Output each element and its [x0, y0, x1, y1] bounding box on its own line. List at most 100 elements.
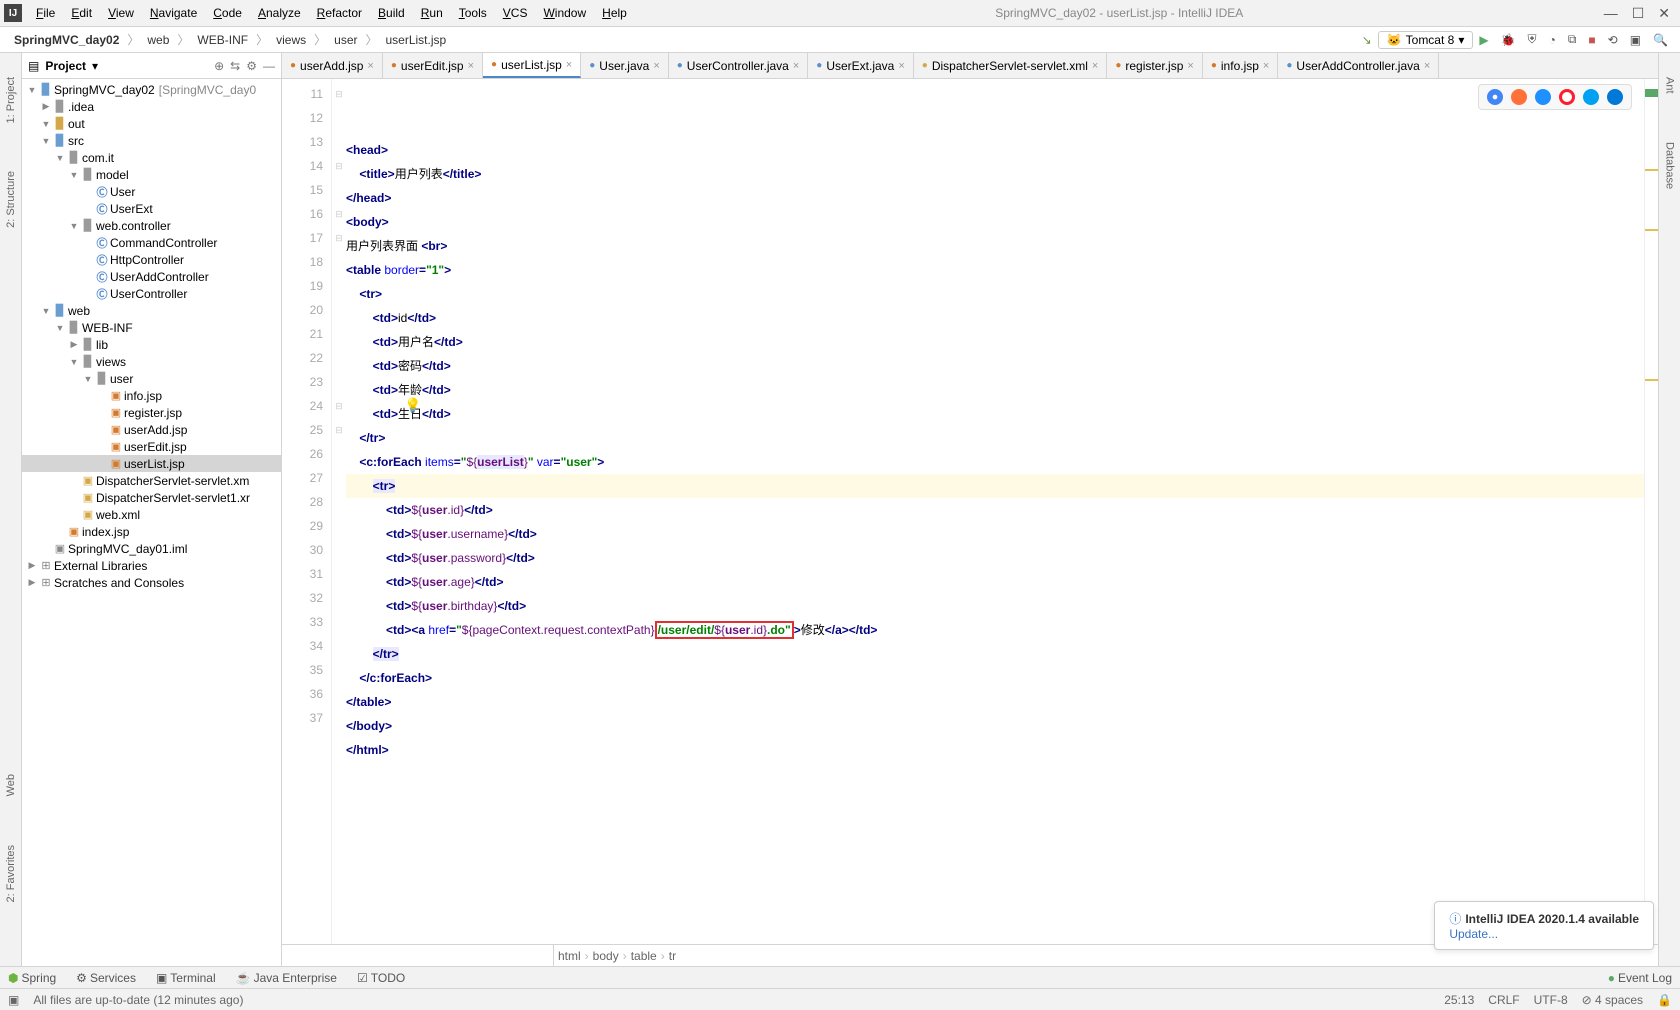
- menu-view[interactable]: View: [100, 3, 142, 23]
- tree-item[interactable]: ▼▉web: [22, 302, 281, 319]
- tree-item[interactable]: ▼▉SpringMVC_day02[SpringMVC_day0: [22, 81, 281, 98]
- close-tab-icon[interactable]: ×: [898, 60, 904, 72]
- tree-item[interactable]: ▣userList.jsp: [22, 455, 281, 472]
- bc-body[interactable]: body: [593, 949, 619, 963]
- menu-code[interactable]: Code: [205, 3, 250, 23]
- tree-item[interactable]: ⒸCommandController: [22, 234, 281, 251]
- profiler-button[interactable]: ◔: [1543, 31, 1562, 49]
- code-editor[interactable]: 1112131415161718192021222324252627282930…: [282, 79, 1658, 944]
- chevron-down-icon[interactable]: ▾: [92, 59, 98, 73]
- left-tab-project[interactable]: 1: Project: [3, 73, 19, 127]
- bc-html[interactable]: html: [558, 949, 581, 963]
- cursor-position[interactable]: 25:13: [1444, 993, 1474, 1007]
- tree-item[interactable]: ▼▉user: [22, 370, 281, 387]
- coverage-button[interactable]: ⛨: [1522, 30, 1543, 49]
- editor-tab[interactable]: ●UserAddController.java×: [1278, 53, 1439, 78]
- menu-help[interactable]: Help: [594, 3, 635, 23]
- project-tree[interactable]: ▼▉SpringMVC_day02[SpringMVC_day0▶▉.idea▼…: [22, 79, 281, 966]
- tree-item[interactable]: ▼▉model: [22, 166, 281, 183]
- editor-tab[interactable]: ●userList.jsp×: [483, 53, 581, 78]
- settings-icon[interactable]: ⚙: [246, 59, 257, 73]
- tree-item[interactable]: ▣userEdit.jsp: [22, 438, 281, 455]
- maximize-button[interactable]: ☐: [1632, 5, 1645, 22]
- eventlog-toolwindow[interactable]: ●Event Log: [1608, 971, 1672, 985]
- tree-item[interactable]: ⒸUser: [22, 183, 281, 200]
- close-tab-icon[interactable]: ×: [1263, 60, 1269, 72]
- bc-tr[interactable]: tr: [669, 949, 676, 963]
- tree-item[interactable]: ▼▉com.it: [22, 149, 281, 166]
- tree-item[interactable]: ▣info.jsp: [22, 387, 281, 404]
- close-tab-icon[interactable]: ×: [468, 60, 474, 72]
- sync-icon[interactable]: ↘: [1356, 31, 1378, 49]
- close-tab-icon[interactable]: ×: [793, 60, 799, 72]
- tree-item[interactable]: ⒸUserAddController: [22, 268, 281, 285]
- left-tab-web[interactable]: Web: [3, 770, 19, 800]
- tree-item[interactable]: ▼▉views: [22, 353, 281, 370]
- tree-item[interactable]: ▣index.jsp: [22, 523, 281, 540]
- close-tab-icon[interactable]: ×: [367, 60, 373, 72]
- close-tab-icon[interactable]: ×: [653, 60, 659, 72]
- chrome-icon[interactable]: [1487, 89, 1503, 105]
- close-tab-icon[interactable]: ×: [1092, 60, 1098, 72]
- project-structure-button[interactable]: ▣: [1624, 31, 1647, 49]
- breadcrumb-4[interactable]: user: [326, 31, 365, 49]
- editor-tab[interactable]: ●UserExt.java×: [808, 53, 914, 78]
- tree-item[interactable]: ▣DispatcherServlet-servlet.xm: [22, 472, 281, 489]
- editor-tab[interactable]: ●info.jsp×: [1203, 53, 1279, 78]
- edge-icon[interactable]: [1607, 89, 1623, 105]
- services-toolwindow[interactable]: ⚙Services: [76, 971, 136, 985]
- menu-run[interactable]: Run: [413, 3, 451, 23]
- terminal-toolwindow[interactable]: ▣Terminal: [156, 971, 216, 985]
- menu-navigate[interactable]: Navigate: [142, 3, 205, 23]
- menu-analyze[interactable]: Analyze: [250, 3, 309, 23]
- breadcrumb-0[interactable]: SpringMVC_day02: [6, 31, 127, 49]
- right-tab-ant[interactable]: Ant: [1662, 73, 1678, 98]
- editor-tab[interactable]: ●UserController.java×: [669, 53, 809, 78]
- menu-vcs[interactable]: VCS: [495, 3, 536, 23]
- editor-tab[interactable]: ●userEdit.jsp×: [383, 53, 483, 78]
- close-tab-icon[interactable]: ×: [566, 59, 572, 71]
- readonly-lock-icon[interactable]: 🔒: [1657, 993, 1672, 1007]
- tree-item[interactable]: ▼▉WEB-INF: [22, 319, 281, 336]
- breadcrumb-5[interactable]: userList.jsp: [378, 31, 455, 49]
- line-separator[interactable]: CRLF: [1488, 993, 1519, 1007]
- opera-icon[interactable]: [1559, 89, 1575, 105]
- editor-error-stripe[interactable]: [1644, 79, 1658, 944]
- tree-item[interactable]: ▼▉src: [22, 132, 281, 149]
- collapse-icon[interactable]: ⇆: [230, 59, 240, 73]
- menu-file[interactable]: File: [28, 3, 63, 23]
- debug-button[interactable]: 🐞: [1495, 31, 1522, 49]
- breadcrumb-2[interactable]: WEB-INF: [189, 31, 256, 49]
- javaee-toolwindow[interactable]: ☕Java Enterprise: [236, 971, 337, 985]
- update-link[interactable]: Update...: [1449, 927, 1639, 941]
- menu-window[interactable]: Window: [535, 3, 594, 23]
- menu-build[interactable]: Build: [370, 3, 413, 23]
- search-everywhere-button[interactable]: 🔍: [1647, 31, 1674, 49]
- intention-bulb-icon[interactable]: 💡: [404, 397, 421, 414]
- tree-item[interactable]: ▶⊞External Libraries: [22, 557, 281, 574]
- fold-gutter[interactable]: ⊟⊟⊟⊟⊟⊟: [332, 79, 346, 944]
- breadcrumb-1[interactable]: web: [139, 31, 177, 49]
- file-encoding[interactable]: UTF-8: [1534, 993, 1568, 1007]
- safari-icon[interactable]: [1535, 89, 1551, 105]
- run-button[interactable]: ▶: [1473, 31, 1494, 49]
- hide-icon[interactable]: —: [263, 59, 275, 73]
- close-button[interactable]: ✕: [1658, 5, 1670, 22]
- tree-item[interactable]: ▶▉.idea: [22, 98, 281, 115]
- close-tab-icon[interactable]: ×: [1187, 60, 1193, 72]
- spring-toolwindow[interactable]: ⬢Spring: [8, 971, 56, 985]
- tree-item[interactable]: ▣web.xml: [22, 506, 281, 523]
- tree-item[interactable]: ▶▉lib: [22, 336, 281, 353]
- tree-item[interactable]: ▼▉out: [22, 115, 281, 132]
- editor-tab[interactable]: ●DispatcherServlet-servlet.xml×: [914, 53, 1108, 78]
- editor-tab[interactable]: ●userAdd.jsp×: [282, 53, 383, 78]
- menu-tools[interactable]: Tools: [451, 3, 495, 23]
- left-tab-structure[interactable]: 2: Structure: [3, 167, 19, 232]
- stop-button[interactable]: ■: [1582, 31, 1601, 49]
- tree-item[interactable]: ▣register.jsp: [22, 404, 281, 421]
- tree-item[interactable]: ⒸUserExt: [22, 200, 281, 217]
- tree-item[interactable]: ▶⊞Scratches and Consoles: [22, 574, 281, 591]
- ie-icon[interactable]: [1583, 89, 1599, 105]
- menu-edit[interactable]: Edit: [63, 3, 100, 23]
- right-tab-database[interactable]: Database: [1662, 138, 1678, 193]
